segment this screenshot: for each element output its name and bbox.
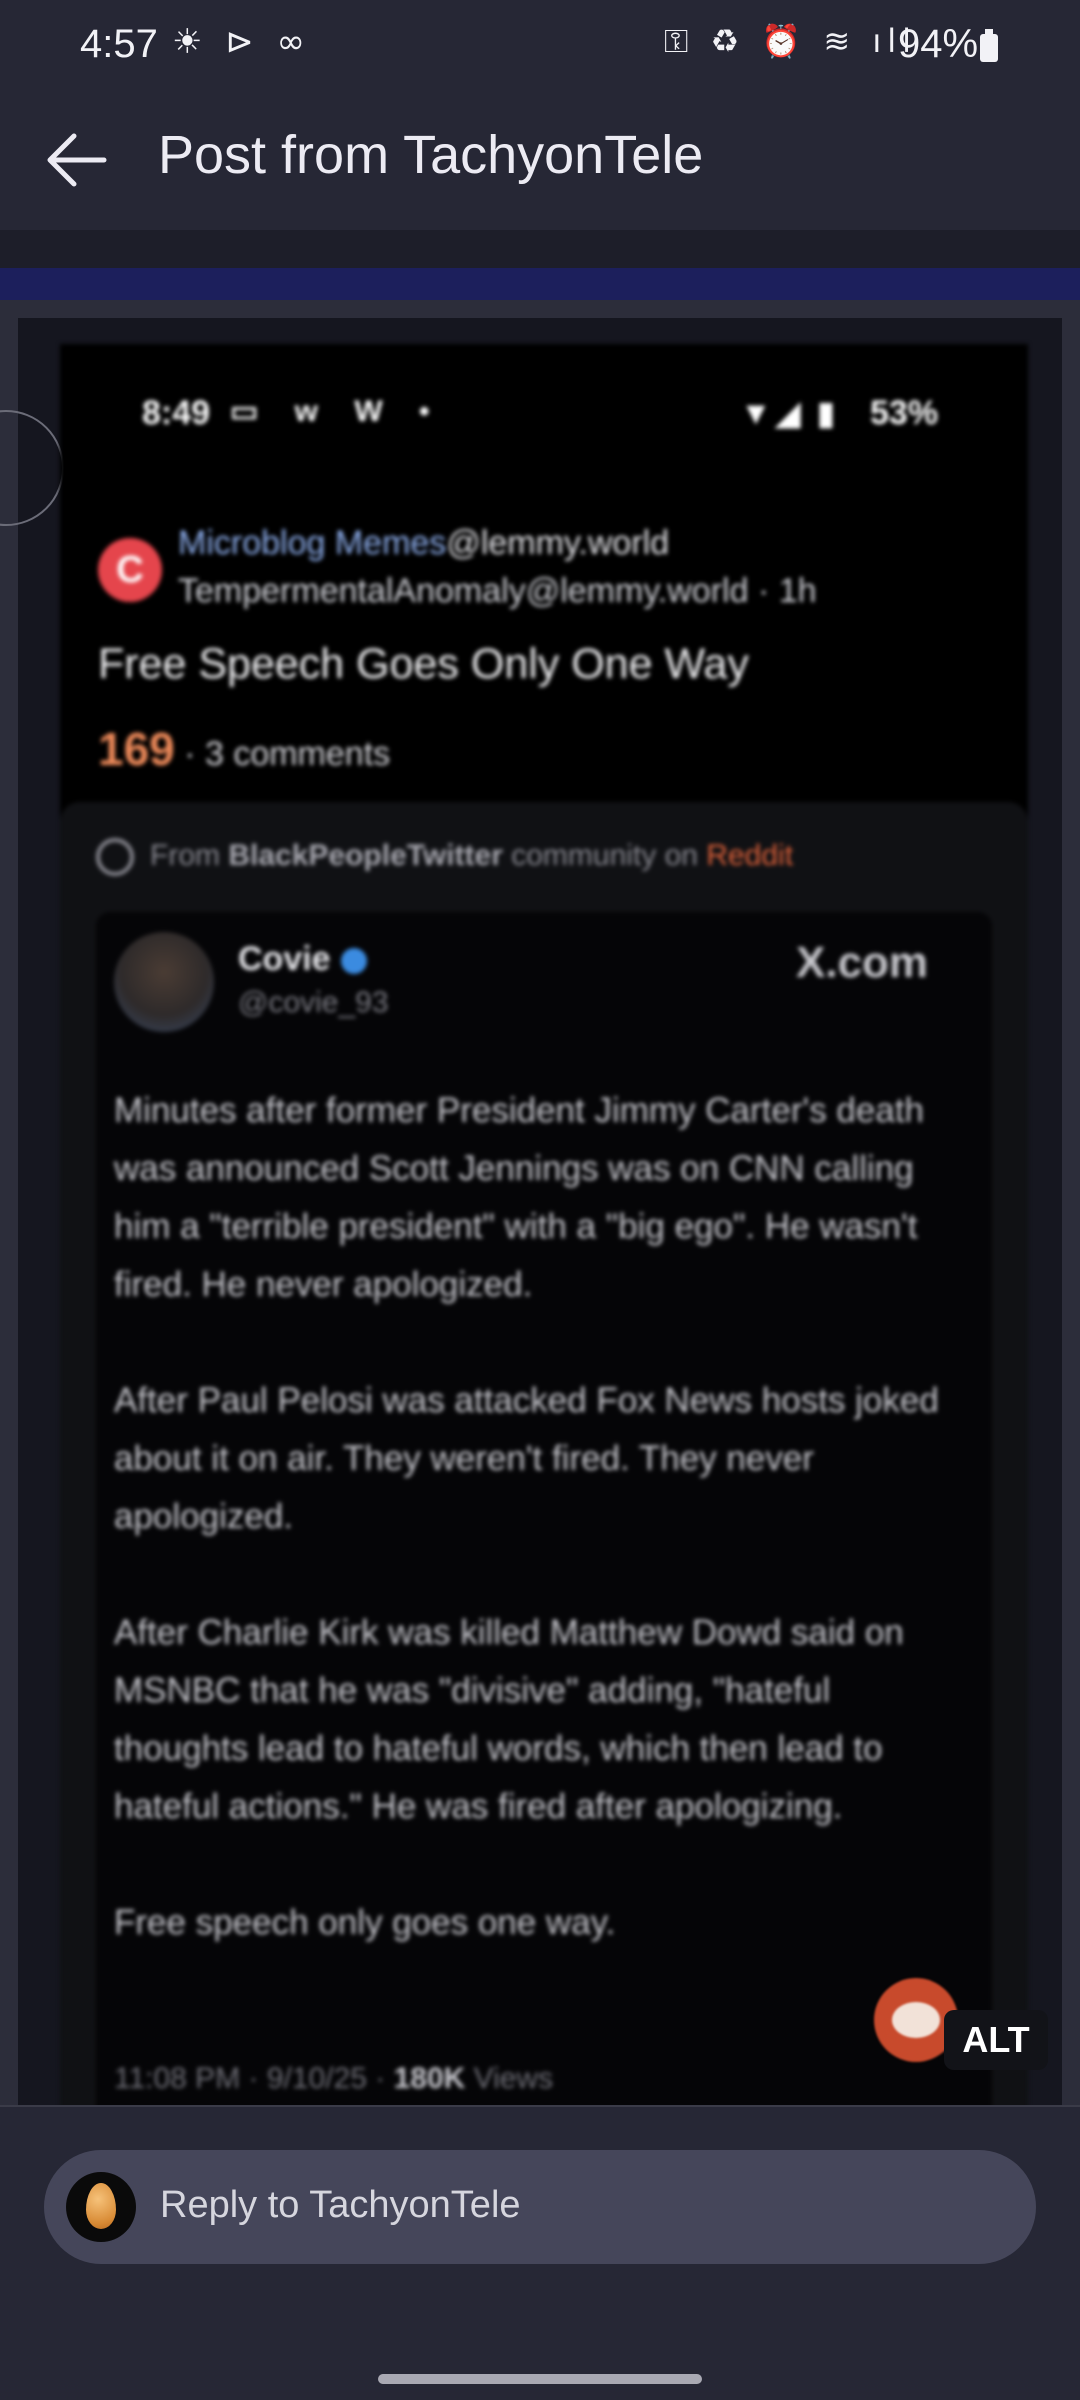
avatar [66, 2172, 136, 2242]
tweet-author-label: Covie [238, 940, 331, 978]
reply-input[interactable]: Reply to TachyonTele [44, 2150, 1036, 2264]
tweet-timestamp: 11:08 PM · 9/10/25 · [114, 2062, 386, 2095]
back-button[interactable] [34, 120, 124, 200]
header-divider [0, 230, 1080, 268]
status-left-icons: ☀ ⊳ ∞ [172, 22, 311, 62]
battery-percent: 94% [898, 22, 979, 66]
pager-circle [0, 410, 64, 526]
app-bar: Post from TachyonTele [0, 86, 1080, 230]
community-name: Microblog Memes@lemmy.world [178, 524, 669, 563]
embedded-screenshot: 8:49 ▭ w W • ▼◢ ▮ 53% C Microblog Memes@… [60, 344, 1028, 2105]
accent-band [0, 268, 1080, 300]
arrow-left-icon [47, 133, 107, 187]
home-indicator[interactable] [378, 2374, 702, 2384]
screenshot-battery: 53% [870, 394, 939, 432]
tweet-paragraph: Minutes after former President Jimmy Car… [114, 1091, 925, 1304]
tweet-paragraph: Free speech only goes one way. [114, 1903, 616, 1942]
tweet-paragraph: After Paul Pelosi was attacked Fox News … [114, 1381, 939, 1536]
post-author: TempermentalAnomaly@lemmy.world · 1h [178, 572, 817, 610]
status-bar: 4:57 ☀ ⊳ ∞ ⚿ ♻ ⏰ ≋ ıll 94% [0, 0, 1080, 86]
comment-count: · 3 comments [184, 735, 391, 773]
post-score: 169 [98, 723, 175, 775]
tweet-views-count: 180K [393, 2062, 466, 2095]
crosspost-source: From BlackPeopleTwitter community on Red… [96, 838, 793, 876]
source-site: Reddit [706, 838, 794, 872]
status-time: 4:57 [80, 22, 158, 66]
tweet-card: Covie @covie_93 X.com Minutes after form… [96, 912, 992, 2105]
reply-divider [0, 2105, 1080, 2107]
reddit-icon [96, 838, 134, 876]
verified-icon [340, 948, 367, 975]
post-title: Free Speech Goes Only One Way [98, 640, 749, 688]
source-community: BlackPeopleTwitter [228, 838, 503, 872]
page-title: Post from TachyonTele [158, 125, 704, 185]
community-label: Microblog Memes [178, 524, 447, 562]
post-content: 8:49 ▭ w W • ▼◢ ▮ 53% C Microblog Memes@… [0, 300, 1080, 2105]
post-image[interactable]: 8:49 ▭ w W • ▼◢ ▮ 53% C Microblog Memes@… [0, 318, 1062, 2105]
reply-placeholder: Reply to TachyonTele [160, 2184, 521, 2226]
tweet-paragraph: After Charlie Kirk was killed Matthew Do… [114, 1613, 904, 1826]
source-prefix: From [150, 838, 220, 872]
community-instance: @lemmy.world [446, 524, 670, 562]
screenshot-notification-icons: ▭ w W • [230, 395, 444, 428]
battery-icon [980, 29, 998, 62]
tweet-body: Minutes after former President Jimmy Car… [114, 1082, 974, 2010]
status-right-icons: ⚿ ♻ ⏰ ≋ ıll [664, 22, 918, 60]
post-meta: 169 · 3 comments [98, 722, 390, 776]
alt-text-button[interactable]: ALT [944, 2010, 1048, 2070]
source-middle: community on [511, 838, 698, 872]
tweet-footer: 11:08 PM · 9/10/25 · 180K Views [114, 2062, 553, 2096]
x-logo: X.com [796, 938, 929, 987]
tweet-handle: @covie_93 [238, 986, 389, 1019]
screenshot-time: 8:49 [142, 394, 211, 432]
avatar [114, 932, 214, 1032]
tweet-views-label: Views [473, 2062, 554, 2095]
crosspost-card: From BlackPeopleTwitter community on Red… [60, 802, 1028, 2105]
screenshot-status-bar: 8:49 ▭ w W • ▼◢ ▮ 53% [60, 344, 1028, 464]
tweet-author-name: Covie [238, 940, 367, 979]
screenshot-signal-icons: ▼◢ ▮ [740, 395, 839, 431]
community-avatar: C [98, 538, 162, 602]
